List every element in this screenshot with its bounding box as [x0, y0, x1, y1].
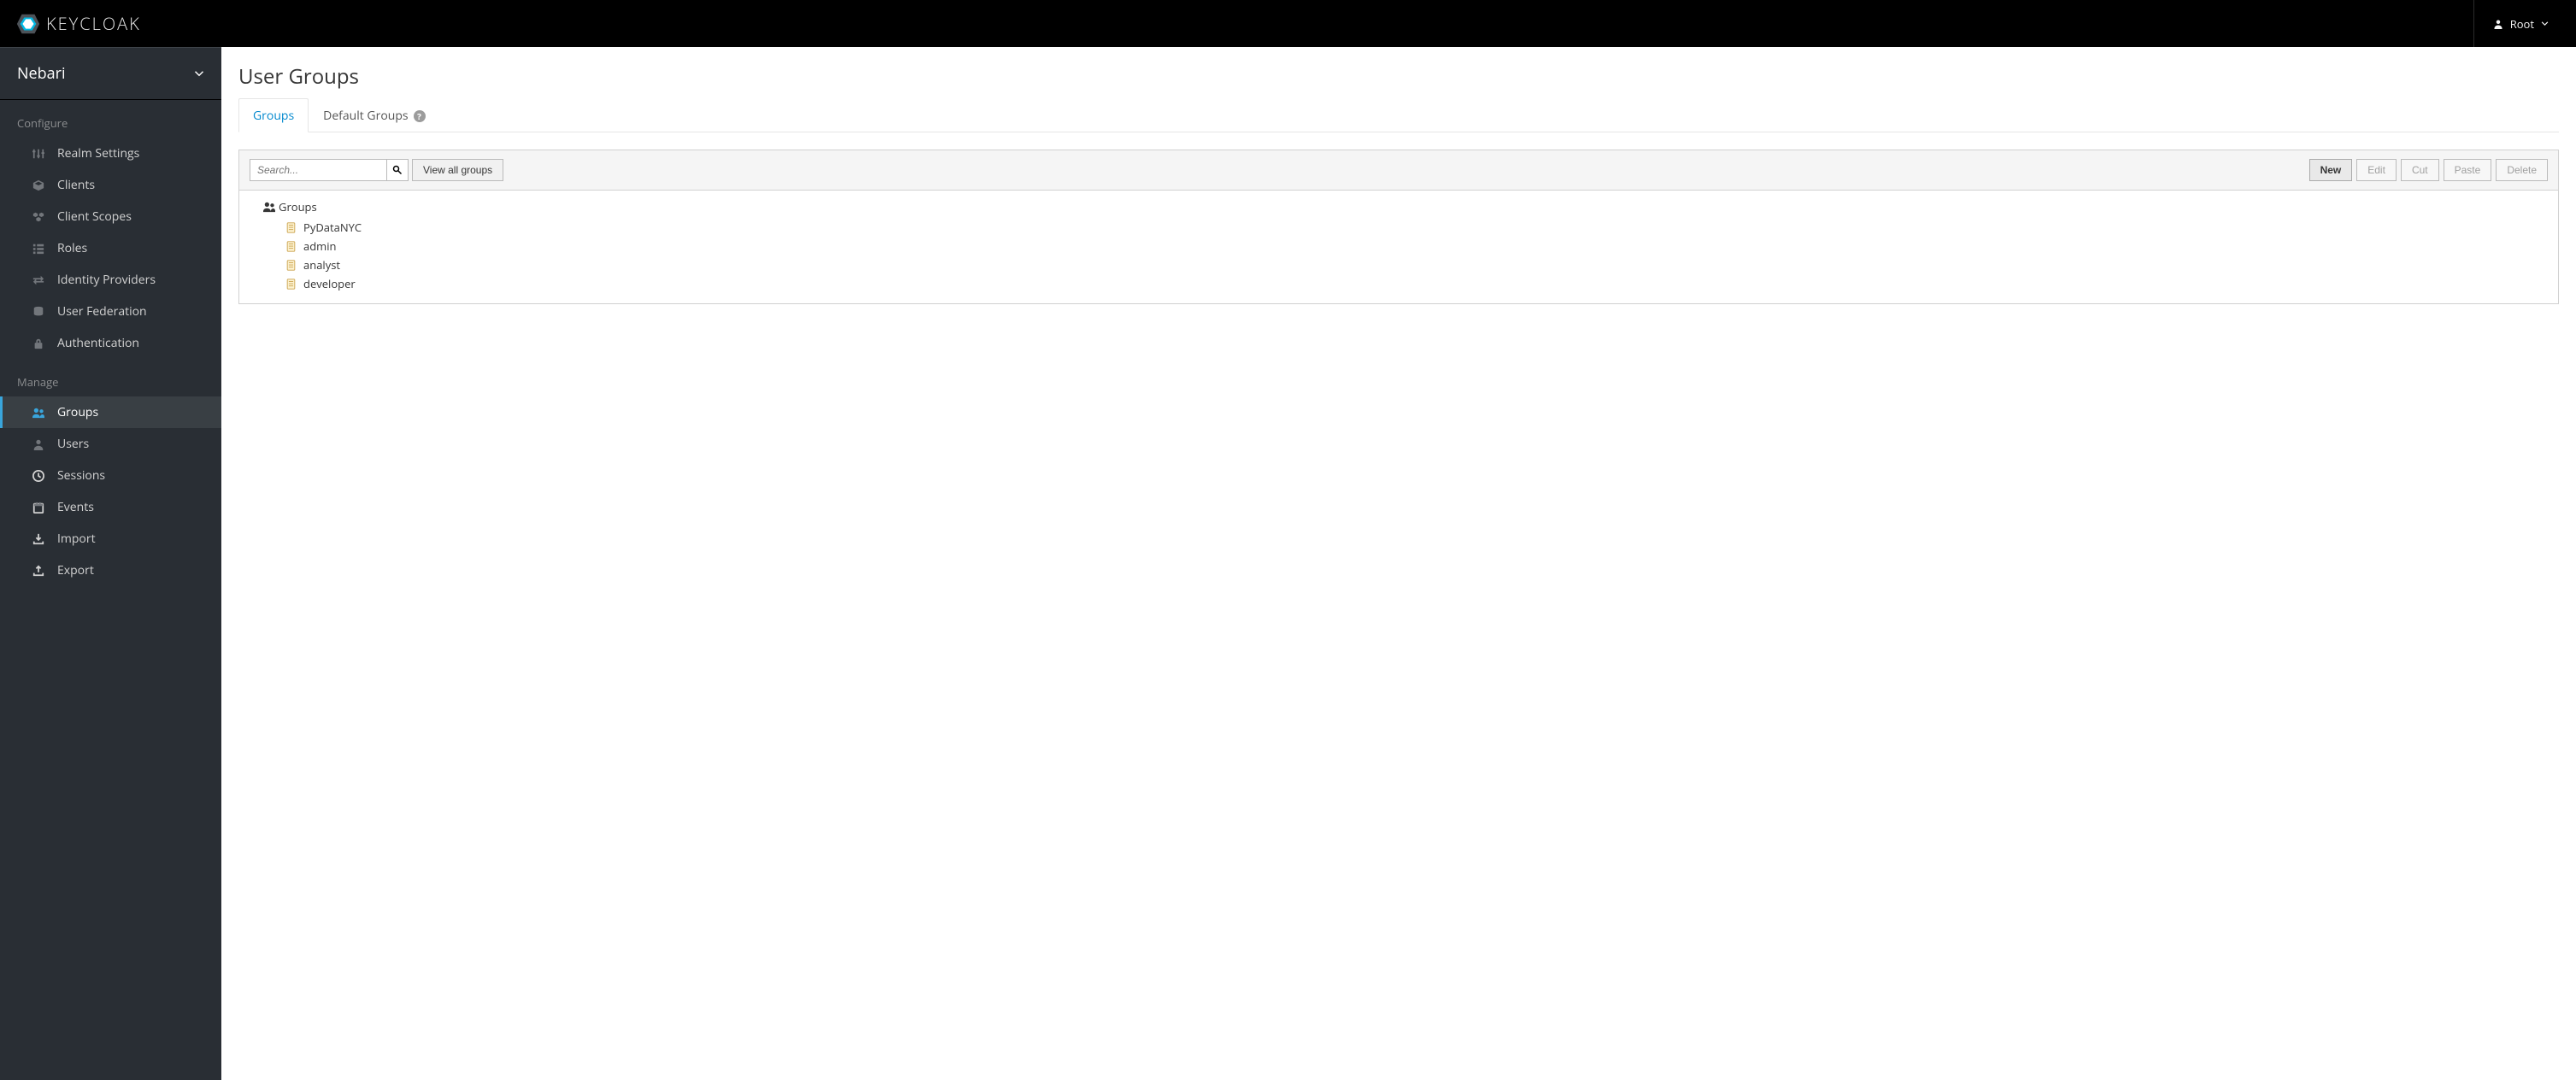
search-icon	[392, 165, 403, 175]
sidebar-item-label: Sessions	[57, 467, 105, 484]
sidebar-item-label: Events	[57, 499, 94, 515]
sidebar-item-label: Groups	[57, 404, 98, 420]
view-all-groups-button[interactable]: View all groups	[412, 159, 503, 181]
top-bar: KEYCLOAK Root	[0, 0, 2576, 47]
groups-panel: View all groups New Edit Cut Paste Delet…	[238, 150, 2559, 304]
sidebar-item-label: Client Scopes	[57, 208, 132, 225]
help-icon[interactable]: ?	[414, 110, 426, 122]
brand-text: KEYCLOAK	[46, 12, 141, 35]
document-icon	[285, 260, 297, 271]
sidebar-item-label: Realm Settings	[57, 145, 139, 161]
sidebar-item-client-scopes[interactable]: Client Scopes	[0, 201, 221, 232]
sidebar-item-export[interactable]: Export	[0, 555, 221, 586]
cube-icon	[32, 179, 45, 192]
calendar-icon	[32, 501, 45, 514]
tree-node[interactable]: developer	[285, 274, 2534, 293]
tree-node-label: analyst	[303, 257, 340, 273]
user-icon	[32, 437, 45, 451]
sliders-icon	[32, 147, 45, 161]
page-title: User Groups	[238, 62, 2559, 91]
document-icon	[285, 279, 297, 290]
sidebar-item-sessions[interactable]: Sessions	[0, 460, 221, 491]
realm-name: Nebari	[17, 63, 66, 84]
sidebar-item-roles[interactable]: Roles	[0, 232, 221, 264]
user-menu-label: Root	[2510, 16, 2534, 32]
document-icon	[285, 241, 297, 252]
tree-node[interactable]: admin	[285, 237, 2534, 255]
sidebar-item-user-federation[interactable]: User Federation	[0, 296, 221, 327]
delete-button[interactable]: Delete	[2496, 159, 2548, 181]
import-icon	[32, 532, 45, 546]
edit-button[interactable]: Edit	[2356, 159, 2397, 181]
brand[interactable]: KEYCLOAK	[0, 11, 141, 37]
sidebar-item-groups[interactable]: Groups	[0, 396, 221, 428]
users-icon	[263, 201, 275, 213]
user-menu[interactable]: Root	[2473, 0, 2567, 47]
sidebar-item-label: Export	[57, 562, 94, 578]
search-input[interactable]	[250, 159, 386, 181]
sidebar-item-label: Authentication	[57, 335, 139, 351]
tree-root[interactable]: Groups	[263, 199, 2534, 214]
tree-node-label: developer	[303, 276, 356, 291]
lock-icon	[32, 337, 45, 350]
sidebar-item-events[interactable]: Events	[0, 491, 221, 523]
toolbar: View all groups New Edit Cut Paste Delet…	[239, 150, 2558, 191]
tree-node-label: admin	[303, 238, 336, 254]
sidebar-item-import[interactable]: Import	[0, 523, 221, 555]
tab-label: Groups	[253, 108, 294, 124]
tree-root-label: Groups	[279, 199, 317, 214]
list-icon	[32, 242, 45, 255]
clock-icon	[32, 469, 45, 483]
database-icon	[32, 305, 45, 319]
sidebar-item-authentication[interactable]: Authentication	[0, 327, 221, 359]
sidebar-item-label: Identity Providers	[57, 272, 156, 288]
tree-node[interactable]: analyst	[285, 255, 2534, 274]
realm-selector[interactable]: Nebari	[0, 48, 221, 100]
chevron-down-icon	[194, 68, 204, 79]
sidebar-item-label: Roles	[57, 240, 87, 256]
search-button[interactable]	[386, 159, 409, 181]
sidebar-item-label: Users	[57, 436, 89, 452]
group-tree: Groups PyDataNYC admin analyst developer	[239, 191, 2558, 303]
sidebar-section-label: Manage	[0, 359, 221, 396]
sidebar-item-clients[interactable]: Clients	[0, 169, 221, 201]
tab-groups[interactable]: Groups	[238, 98, 309, 132]
search-group	[250, 159, 409, 181]
sidebar-item-users[interactable]: Users	[0, 428, 221, 460]
main-content: User Groups Groups Default Groups? View a…	[221, 47, 2576, 1080]
tab-default-groups[interactable]: Default Groups?	[309, 98, 439, 132]
tree-node-label: PyDataNYC	[303, 220, 362, 235]
sidebar-item-label: Import	[57, 531, 96, 547]
cut-button[interactable]: Cut	[2401, 159, 2439, 181]
users-icon	[32, 406, 45, 420]
tree-node[interactable]: PyDataNYC	[285, 218, 2534, 237]
cubes-icon	[32, 210, 45, 224]
tabs: Groups Default Groups?	[238, 97, 2559, 132]
export-icon	[32, 564, 45, 578]
user-icon	[2493, 19, 2503, 29]
sidebar-item-label: Clients	[57, 177, 95, 193]
sidebar-item-identity-providers[interactable]: Identity Providers	[0, 264, 221, 296]
exchange-icon	[32, 273, 45, 287]
keycloak-logo-icon	[15, 11, 41, 37]
new-button[interactable]: New	[2309, 159, 2353, 181]
sidebar: Nebari Configure Realm Settings Clients Cli…	[0, 47, 221, 1080]
chevron-down-icon	[2541, 20, 2549, 27]
document-icon	[285, 222, 297, 233]
sidebar-item-label: User Federation	[57, 303, 147, 320]
paste-button[interactable]: Paste	[2444, 159, 2492, 181]
sidebar-section-label: Configure	[0, 100, 221, 138]
tab-label: Default Groups	[323, 108, 408, 124]
sidebar-item-realm-settings[interactable]: Realm Settings	[0, 138, 221, 169]
